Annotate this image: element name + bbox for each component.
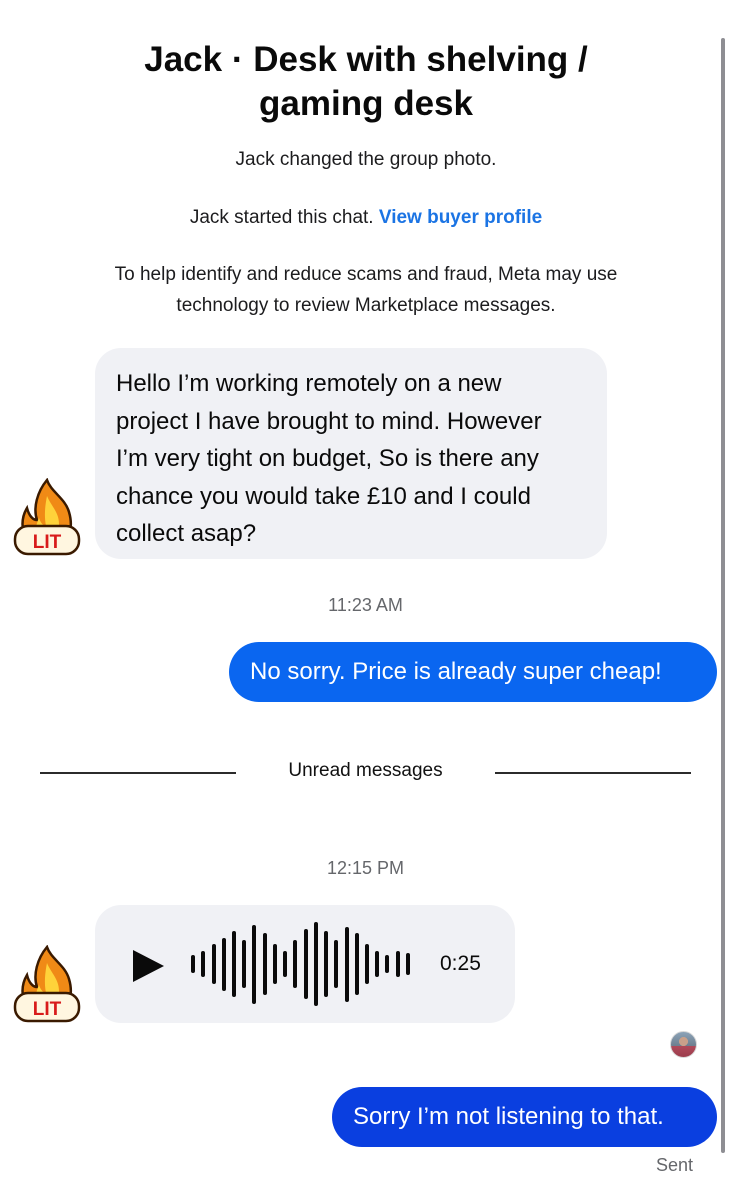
waveform-bar — [334, 940, 338, 988]
waveform-bar — [375, 951, 379, 977]
chat-started-notice: Jack started this chat. View buyer profi… — [40, 202, 692, 233]
waveform-bar — [273, 944, 277, 984]
waveform-bar — [396, 951, 400, 977]
chat-screen: Jack · Desk with shelving / gaming desk … — [0, 0, 731, 1200]
waveform-bar — [385, 955, 389, 973]
message-line: project I have brought to mind. However — [116, 407, 542, 435]
safety-notice: To help identify and reduce scams and fr… — [40, 259, 692, 321]
voice-duration: 0:25 — [440, 952, 481, 975]
waveform-bar — [232, 931, 236, 997]
waveform[interactable] — [188, 920, 413, 1008]
waveform-bar — [406, 953, 410, 975]
timestamp: 12:15 PM — [326, 858, 405, 878]
view-buyer-profile-link[interactable]: View buyer profile — [379, 207, 542, 228]
waveform-bar — [355, 933, 359, 995]
waveform-bar — [191, 955, 195, 973]
group-photo-notice: Jack changed the group photo. — [235, 149, 497, 170]
message-line: collect asap? — [116, 520, 257, 547]
safety-notice-line-1: To help identify and reduce scams and fr… — [114, 264, 618, 285]
waveform-bar — [304, 929, 308, 999]
waveform-bar — [242, 940, 246, 988]
timestamp: 11:23 AM — [328, 595, 403, 615]
waveform-bar — [314, 922, 318, 1006]
waveform-bar — [365, 944, 369, 984]
message-line: chance you would take £10 and I could — [116, 482, 531, 510]
message-line: Hello I’m working remotely on a new — [116, 370, 502, 397]
unread-messages-label: Unread messages — [288, 760, 443, 781]
waveform-bar — [263, 933, 267, 995]
sent-status: Sent — [656, 1155, 694, 1175]
lit-sticker-text: LIT — [33, 999, 62, 1020]
divider-left — [40, 772, 236, 774]
safety-notice-line-2: technology to review Marketplace message… — [176, 295, 556, 316]
lit-fire-icon[interactable]: LIT — [11, 945, 83, 1025]
waveform-bar — [283, 951, 287, 977]
waveform-bar — [324, 931, 328, 997]
waveform-bar — [212, 944, 216, 984]
chat-title: Jack · Desk with shelving / gaming desk — [40, 38, 692, 126]
chat-started-text: Jack started this chat. — [189, 207, 374, 228]
seen-avatar — [670, 1031, 697, 1058]
outgoing-message-bubble[interactable]: Sorry I’m not listening to that. — [332, 1087, 717, 1147]
incoming-message-bubble[interactable]: Hello I’m working remotely on a new proj… — [95, 348, 607, 559]
waveform-bar — [345, 927, 349, 1002]
waveform-bar — [222, 938, 226, 991]
waveform-bar — [201, 951, 205, 977]
lit-fire-icon[interactable]: LIT — [11, 478, 83, 558]
chat-title-line-2: gaming desk — [259, 84, 473, 123]
message-line: I’m very tight on budget, So is there an… — [116, 445, 539, 472]
outgoing-message-bubble[interactable]: No sorry. Price is already super cheap! — [229, 642, 717, 702]
waveform-bar — [293, 940, 297, 988]
play-icon[interactable] — [133, 950, 164, 982]
divider-right — [495, 772, 691, 774]
waveform-bar — [252, 925, 256, 1004]
lit-sticker-text: LIT — [33, 532, 62, 553]
chat-title-line-1: Jack · Desk with shelving / — [144, 40, 588, 79]
